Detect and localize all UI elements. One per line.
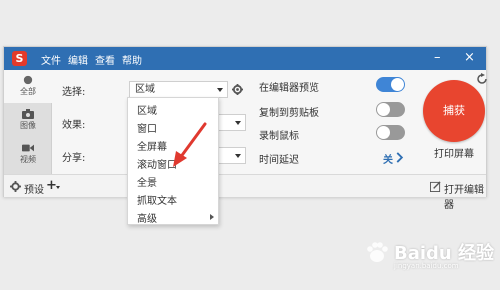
menu-item-window[interactable]: 窗口 <box>137 120 157 135</box>
capture-type-sidebar: 全部 图像 视频 <box>4 70 52 174</box>
capture-button[interactable]: 捕获 <box>423 80 485 142</box>
chevron-down-icon <box>235 154 241 158</box>
select-value: 区域 <box>135 84 155 95</box>
submenu-arrow-icon <box>210 214 214 220</box>
delay-value[interactable]: 关 <box>383 151 393 166</box>
sidebar-item-image[interactable]: 图像 <box>4 104 52 137</box>
watermark-url: jingyan.baidu.com <box>394 262 459 270</box>
select-combo[interactable]: 区域 <box>129 81 228 98</box>
sidebar-item-video[interactable]: 视频 <box>4 138 52 171</box>
sidebar-item-label: 图像 <box>20 121 36 130</box>
chevron-down-icon <box>217 88 223 92</box>
menu-edit[interactable]: 编辑 <box>68 52 88 67</box>
select-label: 选择: <box>62 87 86 98</box>
settings-gear-icon[interactable] <box>10 181 21 192</box>
chevron-down-icon <box>56 186 60 189</box>
share-label: 分享: <box>62 153 86 164</box>
menu-view[interactable]: 查看 <box>95 52 115 67</box>
close-button[interactable]: × <box>464 50 475 66</box>
menu-file[interactable]: 文件 <box>41 52 61 67</box>
chevron-down-icon <box>235 121 241 125</box>
menu-item-advanced[interactable]: 高级 <box>137 210 157 225</box>
snagit-window: S 文件 编辑 查看 帮助 – × 全部 图像 视频 选择: 区域 效果: 分享… <box>3 46 488 211</box>
menu-item-panorama[interactable]: 全景 <box>137 174 157 189</box>
sidebar-item-label: 视频 <box>20 155 36 164</box>
clipboard-toggle[interactable] <box>376 102 405 117</box>
minimize-button[interactable]: – <box>434 50 441 66</box>
baidu-watermark: Baidu 经验 jingyan.baidu.com <box>362 236 498 274</box>
menu-item-fullscreen[interactable]: 全屏幕 <box>137 138 167 153</box>
presets-label[interactable]: 预设 <box>24 181 44 196</box>
menu-item-region[interactable]: 区域 <box>137 102 157 117</box>
preview-label: 在编辑器预览 <box>259 83 319 94</box>
open-editor-button[interactable]: 打开编辑器 <box>444 181 486 211</box>
video-icon <box>22 144 34 152</box>
delay-label: 时间延迟 <box>259 155 299 166</box>
camera-icon <box>22 109 34 119</box>
print-screen-label: 打印屏幕 <box>434 149 474 160</box>
paw-logo-icon <box>367 242 388 262</box>
chevron-right-icon[interactable] <box>396 152 404 163</box>
effect-label: 效果: <box>62 120 86 131</box>
titlebar: S 文件 编辑 查看 帮助 – × <box>4 47 486 70</box>
preview-toggle[interactable] <box>376 77 405 92</box>
sidebar-item-all[interactable]: 全部 <box>4 70 52 103</box>
menu-help[interactable]: 帮助 <box>122 52 142 67</box>
menu-item-grab-text[interactable]: 抓取文本 <box>137 192 177 207</box>
annotation-arrow <box>173 122 207 167</box>
edit-icon <box>430 181 441 192</box>
cursor-toggle[interactable] <box>376 125 405 140</box>
cursor-label: 录制鼠标 <box>259 131 299 142</box>
gear-icon[interactable] <box>232 84 243 95</box>
all-icon <box>23 75 33 85</box>
clipboard-label: 复制到剪贴板 <box>259 108 319 119</box>
app-logo: S <box>12 51 27 66</box>
reset-icon[interactable] <box>476 73 488 85</box>
sidebar-item-label: 全部 <box>20 87 36 96</box>
bottom-bar: 预设 + 打开编辑器 <box>4 174 486 211</box>
